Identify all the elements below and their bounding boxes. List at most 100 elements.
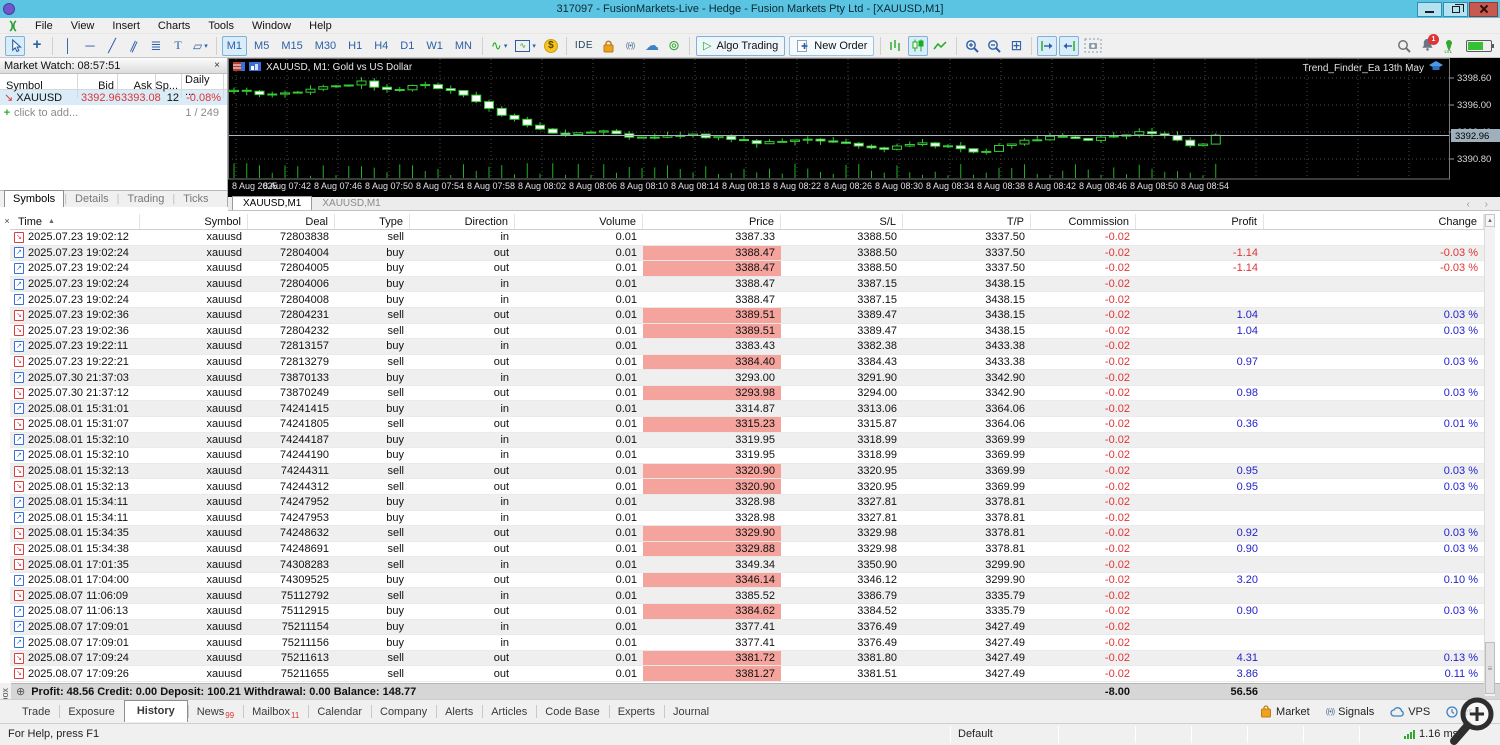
bar-chart-mode-button[interactable] <box>886 36 906 56</box>
template-button[interactable]: ∿ ▾ <box>512 36 539 56</box>
menu-tools[interactable]: Tools <box>199 18 243 33</box>
history-col-time[interactable]: Time ▲ <box>10 214 140 229</box>
new-order-button[interactable]: New Order <box>789 35 875 56</box>
lock-button[interactable] <box>598 36 618 56</box>
history-column-headers[interactable]: Time ▲ Symbol Deal Type Direction Volume Price S… <box>10 214 1484 230</box>
notifications-button[interactable]: 1 <box>1421 33 1439 54</box>
history-row[interactable]: ↘ 2025.08.01 15:34:38 xauusd 74248691 sell ou… <box>10 541 1484 558</box>
timeframe-m30-button[interactable]: M30 <box>310 36 341 56</box>
timeframe-m5-button[interactable]: M5 <box>249 36 274 56</box>
history-row[interactable]: ↘ 2025.08.01 15:32:13 xauusd 74244312 sell ou… <box>10 479 1484 495</box>
restore-button[interactable] <box>1443 1 1468 17</box>
equidistant-channel-tool-button[interactable]: ≣ <box>146 36 166 56</box>
timeframe-h4-button[interactable]: H4 <box>369 36 393 56</box>
history-row[interactable]: ↗ 2025.08.07 17:09:01 xauusd 75211154 buy in 0… <box>10 619 1484 636</box>
vertical-line-tool-button[interactable]: │ <box>58 36 78 56</box>
market-watch-tab-ticks[interactable]: Ticks <box>175 191 216 207</box>
chart-tab-0[interactable]: XAUUSD,M1 <box>232 196 313 210</box>
history-col-sl[interactable]: S/L <box>781 214 903 229</box>
history-col-profit[interactable]: Profit <box>1136 214 1264 229</box>
chart-shift-button[interactable] <box>1037 35 1058 56</box>
toolbox-tab-articles[interactable]: Articles <box>482 700 536 724</box>
history-row[interactable]: ↘ 2025.07.30 21:37:12 xauusd 73870249 sell ou… <box>10 385 1484 402</box>
history-row[interactable]: ↗ 2025.08.01 15:34:11 xauusd 74247953 buy in 0… <box>10 510 1484 527</box>
toolbox-tab-calendar[interactable]: Calendar <box>308 700 371 724</box>
history-row[interactable]: ↗ 2025.07.23 19:02:24 xauusd 72804006 buy in 0… <box>10 276 1484 293</box>
market-watch-tab-trading[interactable]: Trading <box>120 191 173 207</box>
channel-tool-button[interactable]: ∥ <box>124 36 144 56</box>
history-col-direction[interactable]: Direction <box>410 214 515 229</box>
history-row[interactable]: ↗ 2025.08.01 15:32:10 xauusd 74244190 buy in 0… <box>10 448 1484 464</box>
history-row[interactable]: ↗ 2025.08.07 11:06:13 xauusd 75112915 buy out… <box>10 604 1484 620</box>
history-col-symbol[interactable]: Symbol <box>140 214 248 229</box>
price-chart[interactable]: 8 Aug 2025 8 Aug 07:42 8 Aug 07:46 8 Aug 07… <box>228 58 1500 197</box>
history-row[interactable]: ↗ 2025.08.01 15:32:10 xauusd 74244187 buy in 0… <box>10 432 1484 449</box>
toolbox-tab-mailbox[interactable]: Mailbox 11 <box>243 700 308 724</box>
history-row[interactable]: ↘ 2025.08.01 15:31:07 xauusd 74241805 sell ou… <box>10 417 1484 433</box>
toolbox-link-er[interactable]: er <box>1446 706 1472 718</box>
close-button[interactable] <box>1469 1 1498 17</box>
menu-help[interactable]: Help <box>300 18 341 33</box>
history-row[interactable]: ↘ 2025.08.07 11:06:09 xauusd 75112792 sell in… <box>10 588 1484 605</box>
minimize-button[interactable] <box>1417 1 1442 17</box>
candle-chart-mode-button[interactable] <box>908 35 929 56</box>
scrollbar-thumb[interactable]: ≡ <box>1485 642 1495 694</box>
toolbox-tab-alerts[interactable]: Alerts <box>436 700 482 724</box>
history-col-commission[interactable]: Commission <box>1031 214 1136 229</box>
history-row[interactable]: ↘ 2025.08.07 17:09:24 xauusd 75211613 sell ou… <box>10 650 1484 667</box>
zoom-in-button[interactable] <box>962 36 982 56</box>
history-row[interactable]: ↘ 2025.07.23 19:22:21 xauusd 72813279 sell ou… <box>10 354 1484 371</box>
history-row[interactable]: ↗ 2025.08.01 15:34:11 xauusd 74247952 buy in 0… <box>10 494 1484 511</box>
chart-tab-1[interactable]: XAUUSD,M1 <box>312 197 390 210</box>
signals-broadcast-button[interactable]: ((•)) <box>620 36 640 56</box>
toolbox-link-vps[interactable]: VPS <box>1390 706 1430 718</box>
history-row[interactable]: ↘ 2025.07.23 19:02:36 xauusd 72804232 sell ou… <box>10 323 1484 340</box>
history-col-volume[interactable]: Volume <box>515 214 643 229</box>
chart-tab-scroll-icons[interactable]: ‹ › <box>1467 199 1494 210</box>
text-label-tool-button[interactable]: T <box>168 36 188 56</box>
menu-insert[interactable]: Insert <box>103 18 149 33</box>
scroll-up-icon[interactable]: ▲ <box>1485 214 1495 227</box>
toolbox-tab-history[interactable]: History <box>123 699 188 722</box>
history-col-tp[interactable]: T/P <box>903 214 1031 229</box>
ide-button[interactable]: IDE <box>572 36 596 56</box>
toolbox-tab-news[interactable]: News 99 <box>187 700 243 724</box>
menu-view[interactable]: View <box>62 18 104 33</box>
title-bar[interactable]: 317097 - FusionMarkets-Live - Hedge - Fu… <box>0 0 1500 18</box>
horizontal-line-tool-button[interactable]: ─ <box>80 36 100 56</box>
market-watch-column-headers[interactable]: Symbol Bid Ask Sp... Daily ... <box>0 74 227 98</box>
timeframe-d1-button[interactable]: D1 <box>395 36 419 56</box>
toolbox-tab-exposure[interactable]: Exposure <box>59 700 123 724</box>
zoom-out-button[interactable] <box>984 36 1004 56</box>
crosshair-tool-button[interactable]: + <box>27 36 47 56</box>
history-row[interactable]: ↗ 2025.07.23 19:22:11 xauusd 72813157 buy in 0… <box>10 339 1484 355</box>
history-row[interactable]: ↗ 2025.07.23 19:02:24 xauusd 72804005 buy out… <box>10 261 1484 277</box>
timeframe-w1-button[interactable]: W1 <box>421 36 448 56</box>
history-col-change[interactable]: Change <box>1264 214 1484 229</box>
mql5-cloud-button[interactable]: ☁ <box>642 36 662 56</box>
trendline-tool-button[interactable]: ╱ <box>102 36 122 56</box>
toolbox-link-signals[interactable]: ((•)) Signals <box>1326 706 1375 718</box>
history-col-price[interactable]: Price <box>643 214 781 229</box>
profile-name[interactable]: Default <box>958 728 993 740</box>
market-watch-close-icon[interactable]: × <box>211 60 223 71</box>
market-watch-tab-details[interactable]: Details <box>67 191 117 207</box>
connection-status[interactable]: 1.16 ms <box>1404 728 1458 740</box>
line-chart-mode-button[interactable] <box>930 36 951 56</box>
vertical-scrollbar[interactable]: ▲ ≡ <box>1484 214 1495 696</box>
toolbox-tab-journal[interactable]: Journal <box>664 700 718 724</box>
community-button[interactable]: ⊚ <box>664 36 684 56</box>
menu-window[interactable]: Window <box>243 18 300 33</box>
toolbox-tab-experts[interactable]: Experts <box>608 700 664 724</box>
history-row[interactable]: ↘ 2025.07.23 19:02:36 xauusd 72804231 sell ou… <box>10 307 1484 324</box>
market-watch-tab-symbols[interactable]: Symbols <box>4 190 65 207</box>
history-col-type[interactable]: Type <box>335 214 410 229</box>
timeframe-m15-button[interactable]: M15 <box>276 36 307 56</box>
history-row[interactable]: ↘ 2025.08.01 15:34:35 xauusd 74248632 sell ou… <box>10 526 1484 542</box>
menu-file[interactable]: File <box>26 18 62 33</box>
shapes-tool-button[interactable]: ▱ ▾ <box>190 36 211 56</box>
history-col-deal[interactable]: Deal <box>248 214 335 229</box>
toolbox-tab-code-base[interactable]: Code Base <box>536 700 608 724</box>
timeframe-mn-button[interactable]: MN <box>450 36 477 56</box>
timeframe-m1-button[interactable]: M1 <box>221 35 248 56</box>
